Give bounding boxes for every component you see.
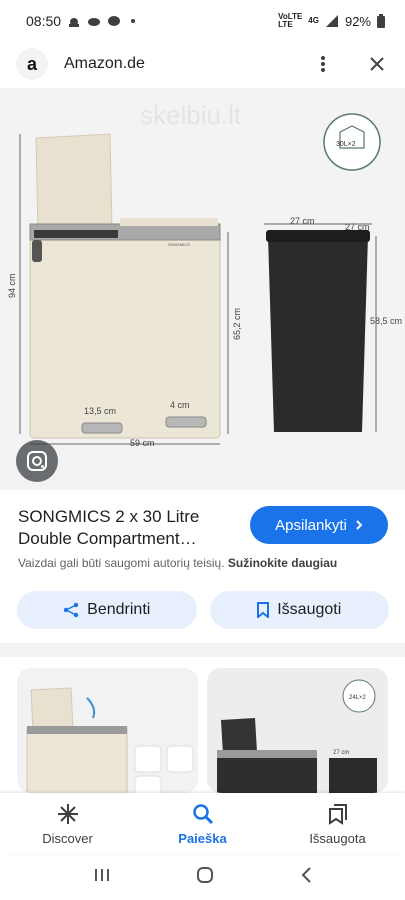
close-icon [370,57,384,71]
battery-icon [377,14,385,28]
system-navigation-bar [0,855,405,900]
svg-text:94 cm: 94 cm [7,273,17,298]
svg-text:58,5 cm: 58,5 cm [370,316,402,326]
learn-more-link[interactable]: Sužinokite daugiau [228,556,337,570]
nav-discover[interactable]: Discover [0,793,135,855]
notification-icon [108,16,121,26]
saved-collections-icon [328,803,347,825]
svg-text:13,5 cm: 13,5 cm [84,406,116,416]
related-image-1[interactable] [17,668,198,793]
visit-button[interactable]: Apsilankyti [250,506,388,544]
svg-text:27 cm: 27 cm [333,750,349,756]
cloud-icon [88,18,101,26]
close-button[interactable] [365,52,389,76]
back-button[interactable] [300,866,312,889]
watermark-text: skelbiu.lt [140,100,242,130]
product-illustration: skelbiu.lt SONGMICS 94 cm 65,2 cm 59 cm … [7,100,402,448]
svg-text:4 cm: 4 cm [170,400,190,410]
google-lens-button[interactable] [16,440,58,482]
nav-search[interactable]: Paieška [135,793,270,855]
home-icon [197,867,214,883]
bottom-navigation: Discover Paieška Išsaugota [0,793,405,855]
save-button[interactable]: Išsaugoti [209,591,389,629]
status-bar: 08:50 VoLTE LTE 4G 92% [0,0,405,42]
share-icon [63,602,79,618]
recent-apps-icon [94,869,109,881]
copyright-notice: Vaizdai gali būti saugomi autorių teisių… [18,556,338,570]
status-time: 08:50 [26,13,62,29]
network-type: 4G [308,16,319,25]
volte-indicator: VoLTE LTE [278,12,303,29]
signal-icon [325,15,338,27]
bookmark-icon [257,602,270,618]
site-title: Amazon.de [64,55,145,72]
product-image[interactable]: skelbiu.lt SONGMICS 94 cm 65,2 cm 59 cm … [0,88,405,490]
search-icon [192,803,213,824]
recent-apps-button[interactable] [93,867,111,888]
lens-icon [27,451,47,471]
more-vert-icon [321,56,325,72]
weather-icon [69,18,80,27]
svg-text:27 cm: 27 cm [290,216,315,226]
svg-text:SONGMICS: SONGMICS [168,242,190,247]
back-icon [301,867,311,883]
svg-text:65,2 cm: 65,2 cm [232,308,242,340]
battery-percent: 92% [344,13,371,29]
asterisk-icon [57,803,78,824]
amazon-favicon-icon[interactable]: a [16,48,48,80]
svg-text:59 cm: 59 cm [130,438,155,448]
more-notifications-dot [131,19,136,23]
svg-text:30L×2: 30L×2 [336,141,356,148]
related-image-2[interactable]: 24L×2 27 cm [207,668,388,793]
chevron-right-icon [356,520,363,530]
product-title[interactable]: SONGMICS 2 x 30 Litre Double Compartment… [18,506,246,550]
section-divider [0,643,405,657]
browser-header: a Amazon.de [0,42,405,86]
share-button[interactable]: Bendrinti [17,591,197,629]
nav-saved[interactable]: Išsaugota [270,793,405,855]
svg-text:24L×2: 24L×2 [349,695,367,701]
more-options-button[interactable] [311,52,335,76]
svg-text:27 cm: 27 cm [345,222,370,232]
home-button[interactable] [196,866,214,889]
